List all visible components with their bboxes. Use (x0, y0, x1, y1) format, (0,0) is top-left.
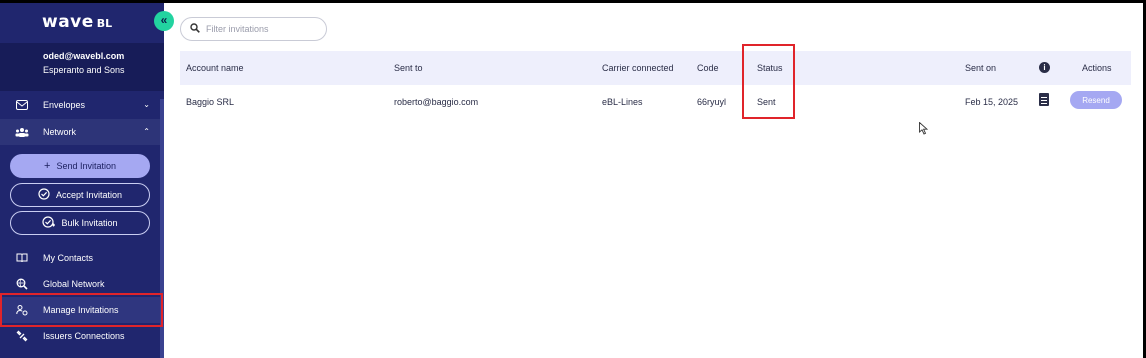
chevron-up-icon: ⌃ (143, 127, 150, 136)
bulk-check-icon (42, 215, 56, 231)
sidebar-item-label: Issuers Connections (43, 331, 125, 341)
connections-icon (14, 329, 30, 343)
plus-icon: + (44, 160, 51, 172)
cell-account-name: Baggio SRL (186, 97, 235, 107)
envelope-icon (14, 98, 30, 112)
sidebar-item-label: Global Network (43, 279, 105, 289)
column-header-sent-on[interactable]: Sent on (965, 63, 996, 73)
cell-code: 66ryuyl (697, 97, 727, 107)
sidebar-item-label: Network (43, 127, 77, 137)
sidebar-item-label: My Contacts (43, 253, 94, 263)
filter-invitations-search[interactable] (180, 17, 327, 41)
accept-invitation-button[interactable]: Accept Invitation (10, 183, 150, 207)
accept-invitation-label: Accept Invitation (55, 190, 123, 200)
cell-sent-on: Feb 15, 2025 (965, 97, 1019, 107)
app-window: wave BL oded@wavebl.com Esperanto and Son… (0, 3, 1143, 358)
book-icon (14, 251, 30, 265)
table-header: Account name Sent to Carrier connected C… (180, 51, 1131, 85)
sidebar: wave BL oded@wavebl.com Esperanto and Son… (0, 3, 164, 358)
user-company: Esperanto and Sons (43, 65, 125, 75)
network-icon (14, 125, 30, 139)
info-icon[interactable]: i (1039, 62, 1050, 73)
search-globe-icon (14, 277, 30, 291)
table-row[interactable]: Baggio SRL roberto@baggio.com eBL-Lines … (180, 85, 1131, 117)
resend-button[interactable]: Resend (1070, 91, 1122, 109)
sidebar-scrollbar[interactable] (160, 99, 164, 358)
double-chevron-left-icon: « (160, 13, 168, 27)
send-invitation-label: Send Invitation (56, 161, 116, 171)
sidebar-item-manage-invitations[interactable]: Manage Invitations (0, 297, 162, 323)
cell-sent-to: roberto@baggio.com (394, 97, 479, 107)
column-header-code[interactable]: Code (697, 63, 719, 73)
bulk-invitation-label: Bulk Invitation (61, 218, 118, 228)
cell-status: Sent (757, 97, 776, 107)
logo-suffix: BL (96, 17, 113, 30)
column-header-sent-to[interactable]: Sent to (394, 63, 423, 73)
cell-carrier: eBL-Lines (602, 97, 643, 107)
search-icon (190, 22, 200, 36)
sidebar-item-label: Envelopes (43, 100, 86, 110)
collapse-sidebar-button[interactable]: « (154, 11, 174, 31)
user-email: oded@wavebl.com (43, 51, 125, 61)
sidebar-item-my-contacts[interactable]: My Contacts (0, 245, 162, 271)
manage-invitations-icon (14, 303, 30, 317)
logo: wave BL (42, 12, 112, 32)
chevron-down-icon: ⌄ (143, 100, 150, 109)
logo-text: wave (42, 12, 94, 32)
document-icon[interactable] (1039, 93, 1049, 106)
check-circle-icon (38, 187, 50, 203)
column-header-actions: Actions (1082, 63, 1112, 73)
search-input[interactable] (206, 24, 316, 34)
sidebar-item-label: Manage Invitations (43, 305, 119, 315)
user-info: oded@wavebl.com Esperanto and Sons (0, 43, 164, 91)
column-header-account-name[interactable]: Account name (186, 63, 244, 73)
bulk-invitation-button[interactable]: Bulk Invitation (10, 211, 150, 235)
sidebar-item-envelopes[interactable]: Envelopes ⌄ (0, 92, 162, 118)
sidebar-item-network[interactable]: Network ⌃ (0, 119, 162, 145)
send-invitation-button[interactable]: + Send Invitation (10, 154, 150, 178)
column-header-carrier-connected[interactable]: Carrier connected (602, 63, 674, 73)
sidebar-item-issuers-connections[interactable]: Issuers Connections (0, 323, 162, 349)
column-header-status[interactable]: Status (757, 63, 783, 73)
sidebar-item-global-network[interactable]: Global Network (0, 271, 162, 297)
